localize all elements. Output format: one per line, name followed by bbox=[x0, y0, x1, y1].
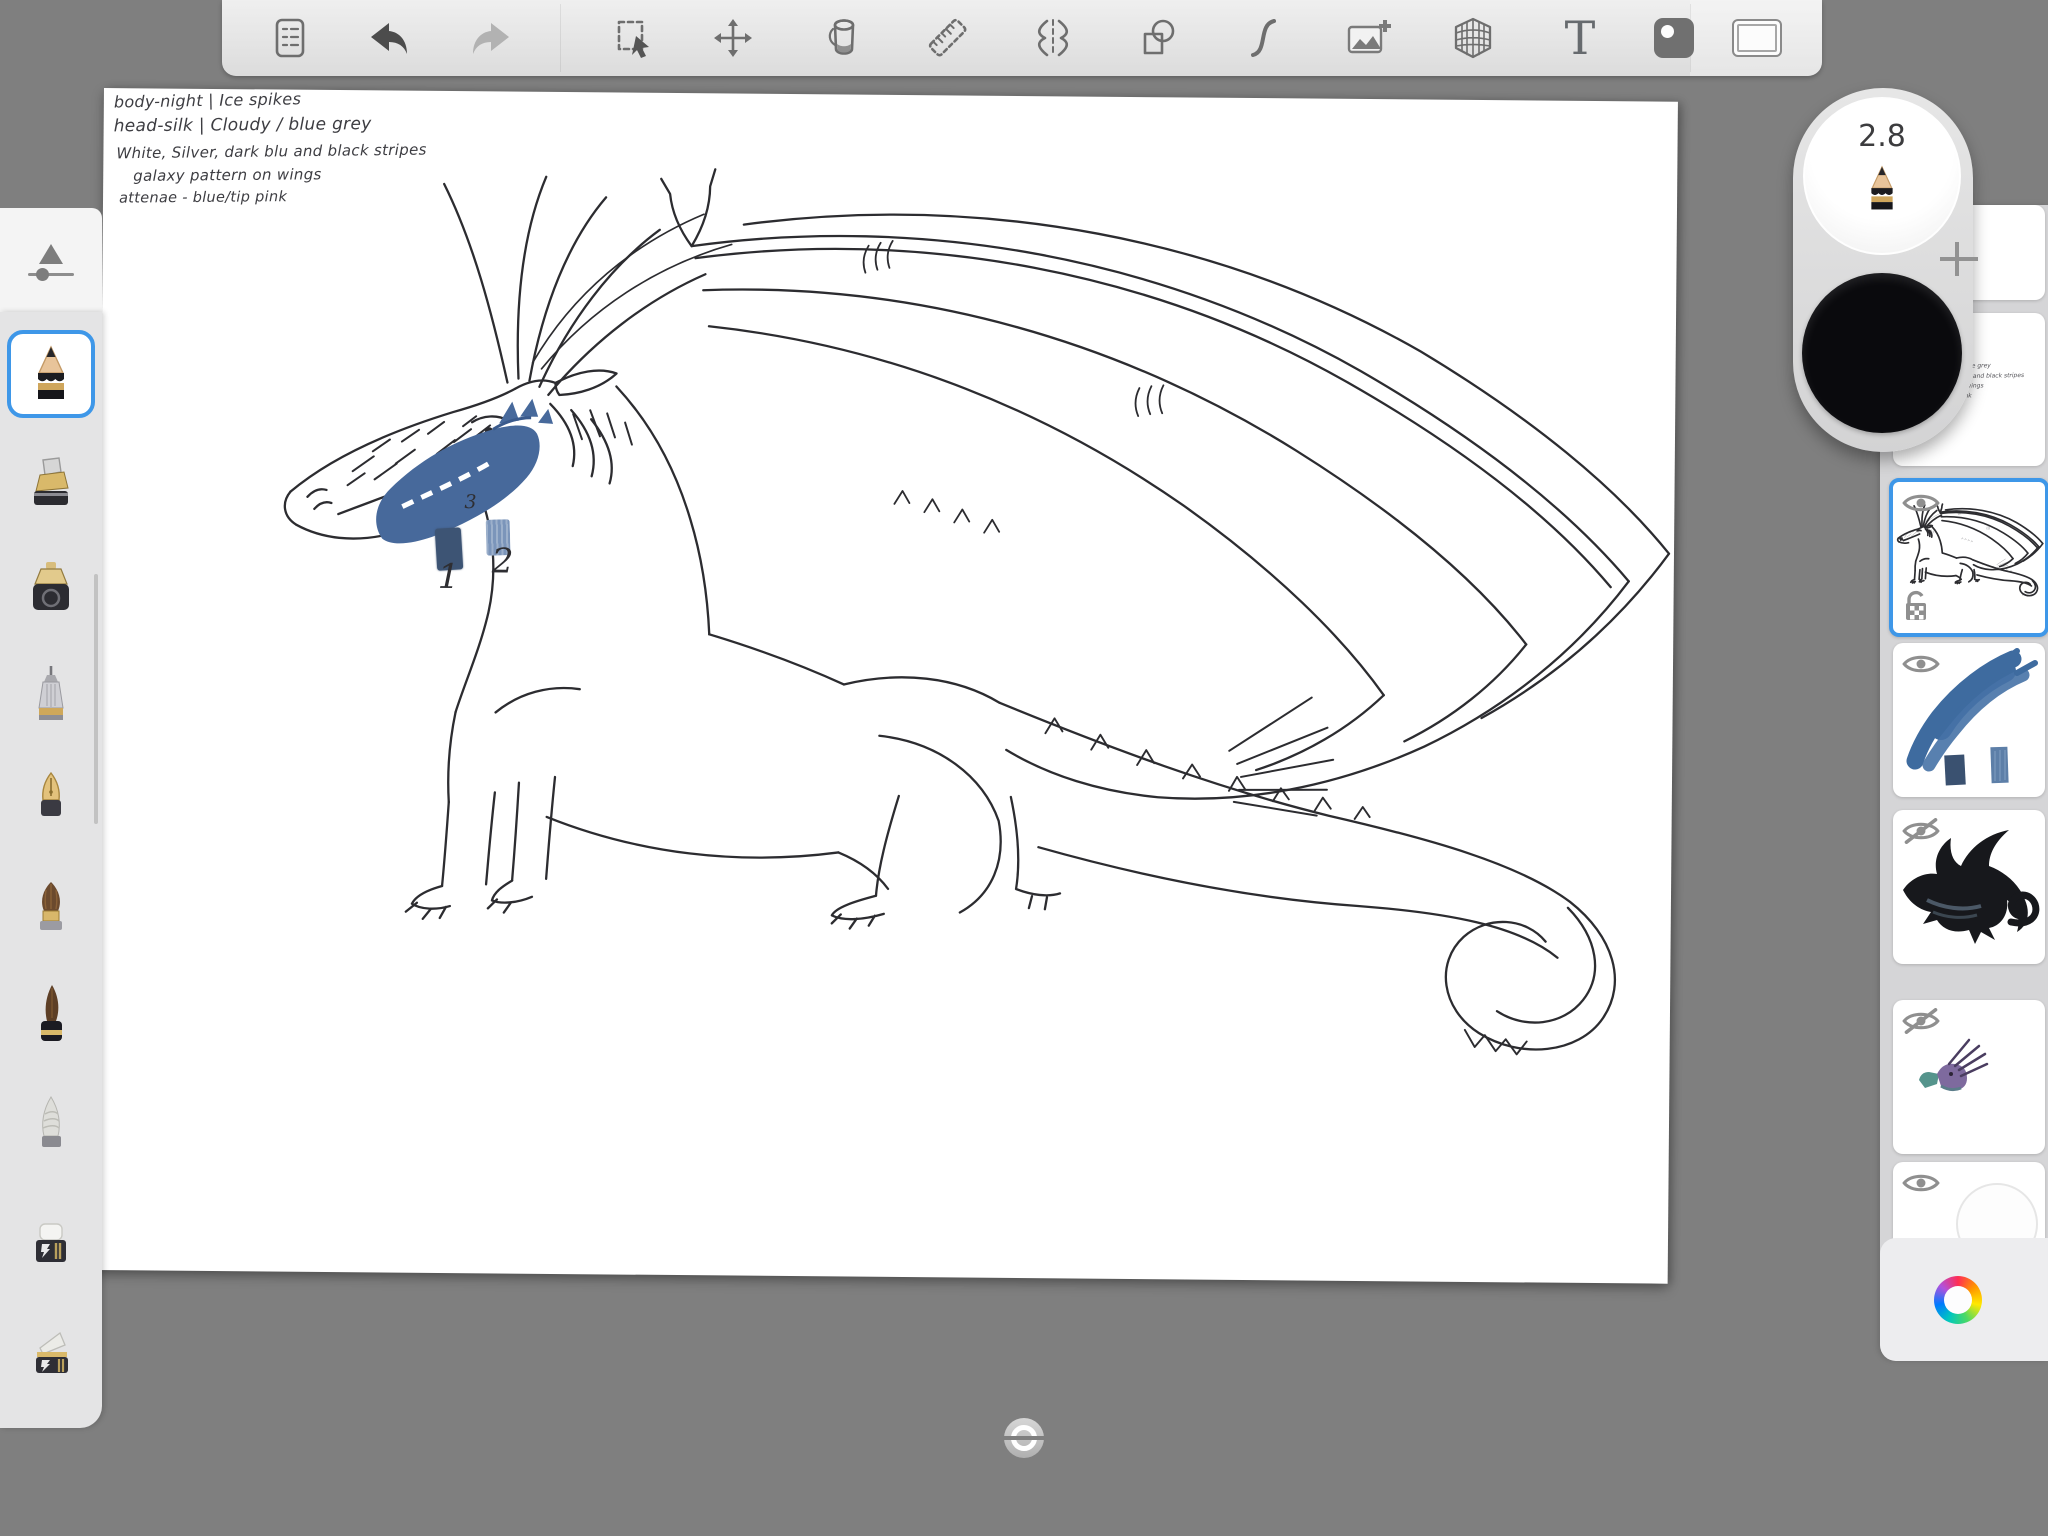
brush-palette bbox=[0, 312, 102, 1428]
shapes-tool-button[interactable] bbox=[1130, 10, 1186, 66]
brush-item-chisel-marker[interactable] bbox=[11, 1316, 91, 1396]
undo-button[interactable] bbox=[355, 10, 411, 66]
eraser-icon bbox=[28, 1220, 74, 1274]
canvas-note-line-3: White, Silver, dark blu and black stripe… bbox=[116, 141, 426, 163]
canvas-note-line-2: head-silk | Cloudy / blue grey bbox=[114, 114, 372, 136]
ruler-icon bbox=[925, 15, 971, 61]
eye-open-icon bbox=[1902, 651, 1940, 677]
brush-sidebar bbox=[0, 208, 102, 1428]
layer-card-black-dragon[interactable] bbox=[1893, 810, 2045, 964]
layer-visibility-toggle[interactable] bbox=[1902, 651, 1940, 677]
layer-card-blue-paint[interactable] bbox=[1893, 643, 2045, 797]
undo-arrow-icon bbox=[359, 16, 407, 60]
blue-paint-layer bbox=[376, 397, 553, 544]
text-tool-glyph: T bbox=[1565, 15, 1596, 61]
active-brush-pencil-icon bbox=[1864, 156, 1900, 222]
eye-hidden-icon bbox=[1902, 1008, 1940, 1034]
swatch-label-1: 1 bbox=[438, 557, 460, 597]
airbrush-icon bbox=[28, 560, 74, 618]
layer-card-reference-dragon[interactable] bbox=[1893, 1000, 2045, 1154]
layer-visibility-toggle[interactable] bbox=[1902, 1170, 1940, 1196]
rotate-puck-divider bbox=[1001, 1436, 1047, 1440]
layer-card-line-art-selected[interactable] bbox=[1889, 478, 2048, 637]
brush-item-pencil[interactable] bbox=[7, 330, 95, 418]
unlocked-checker-icon bbox=[1902, 589, 1932, 623]
toolbar-divider bbox=[560, 4, 561, 72]
canvas-note-line-1: body-night | Ice spikes bbox=[114, 89, 302, 111]
layer-visibility-toggle[interactable] bbox=[1902, 818, 1940, 844]
canvas-frame-button[interactable] bbox=[1729, 10, 1785, 66]
brush-item-fineliner[interactable] bbox=[11, 654, 91, 734]
perspective-box-icon bbox=[1450, 15, 1496, 61]
current-color-puck[interactable] bbox=[1802, 273, 1962, 433]
stroke-curve-button[interactable] bbox=[1235, 10, 1291, 66]
marquee-select-icon bbox=[611, 16, 655, 60]
ruler-tool-button[interactable] bbox=[920, 10, 976, 66]
text-tool-button[interactable]: T bbox=[1552, 10, 1608, 66]
brush-item-flat-marker[interactable] bbox=[11, 444, 91, 524]
redo-arrow-icon bbox=[473, 16, 521, 60]
curve-stroke-icon bbox=[1241, 16, 1285, 60]
canvas-rotate-puck[interactable] bbox=[1004, 1418, 1044, 1458]
brush-item-pointed-brush[interactable] bbox=[11, 974, 91, 1054]
brush-item-eraser[interactable] bbox=[11, 1207, 91, 1287]
brush-item-round-brush[interactable] bbox=[11, 867, 91, 947]
corner-swatch-icon bbox=[1654, 18, 1694, 58]
canvas-note-line-4: galaxy pattern on wings bbox=[133, 165, 322, 185]
move-arrows-icon bbox=[711, 16, 755, 60]
flat-marker-icon bbox=[28, 456, 74, 512]
layers-panel-footer bbox=[1880, 1238, 2048, 1361]
chisel-marker-icon bbox=[28, 1328, 74, 1384]
layer-visibility-toggle[interactable] bbox=[1902, 1008, 1940, 1034]
color-wheel-button[interactable] bbox=[1934, 1276, 1982, 1324]
redo-button[interactable] bbox=[469, 10, 525, 66]
layer-visibility-toggle[interactable] bbox=[1902, 490, 1940, 516]
fountain-pen-icon bbox=[31, 770, 71, 828]
list-icon bbox=[268, 16, 312, 60]
eye-open-icon bbox=[1902, 490, 1940, 516]
brush-size-puck[interactable]: 2.8 bbox=[1803, 97, 1961, 255]
brush-item-fountain-pen[interactable] bbox=[11, 759, 91, 839]
swatch-label-3: 3 bbox=[464, 491, 476, 513]
swatch-label-2: 2 bbox=[492, 541, 514, 581]
layer-list-button[interactable] bbox=[262, 10, 318, 66]
transform-tool-button[interactable] bbox=[705, 10, 761, 66]
transparency-lock-toggle[interactable] bbox=[1902, 589, 1932, 625]
brush-settings-button[interactable] bbox=[0, 208, 102, 312]
perspective-tool-button[interactable] bbox=[1445, 10, 1501, 66]
blend-stump-icon bbox=[31, 1094, 71, 1154]
eye-open-icon bbox=[1902, 1170, 1940, 1196]
pointed-brush-icon bbox=[31, 983, 71, 1045]
color-corner-button[interactable] bbox=[1646, 10, 1702, 66]
shapes-icon bbox=[1136, 16, 1180, 60]
sidebar-scrollbar[interactable] bbox=[94, 574, 98, 824]
brush-item-blend-stump[interactable] bbox=[11, 1084, 91, 1164]
brush-settings-icon bbox=[28, 244, 74, 276]
round-brush-icon bbox=[31, 878, 71, 936]
drawing-canvas[interactable]: body-night | Ice spikes head-silk | Clou… bbox=[94, 88, 1678, 1284]
symmetry-icon bbox=[1031, 16, 1075, 60]
fineliner-pen-icon bbox=[31, 664, 71, 724]
brush-size-value: 2.8 bbox=[1805, 119, 1959, 154]
eye-hidden-icon bbox=[1902, 818, 1940, 844]
dragon-line-art bbox=[94, 88, 1678, 1284]
top-toolbar: T bbox=[222, 0, 1822, 76]
brush-item-airbrush[interactable] bbox=[11, 549, 91, 629]
image-plus-icon bbox=[1344, 16, 1392, 60]
selection-tool-button[interactable] bbox=[605, 10, 661, 66]
fill-tool-button[interactable] bbox=[815, 10, 871, 66]
canvas-note-line-5: attenae - blue/tip pink bbox=[119, 189, 287, 206]
drawing-app-screen: { "app": { "name": "sketchbook-drawing-a… bbox=[0, 0, 2048, 1536]
puck-add-button[interactable] bbox=[1938, 240, 1976, 278]
symmetry-tool-button[interactable] bbox=[1025, 10, 1081, 66]
canvas-frame-icon bbox=[1732, 19, 1782, 57]
paint-bucket-icon bbox=[821, 16, 865, 60]
import-image-button[interactable] bbox=[1340, 10, 1396, 66]
pencil-icon bbox=[29, 343, 73, 405]
